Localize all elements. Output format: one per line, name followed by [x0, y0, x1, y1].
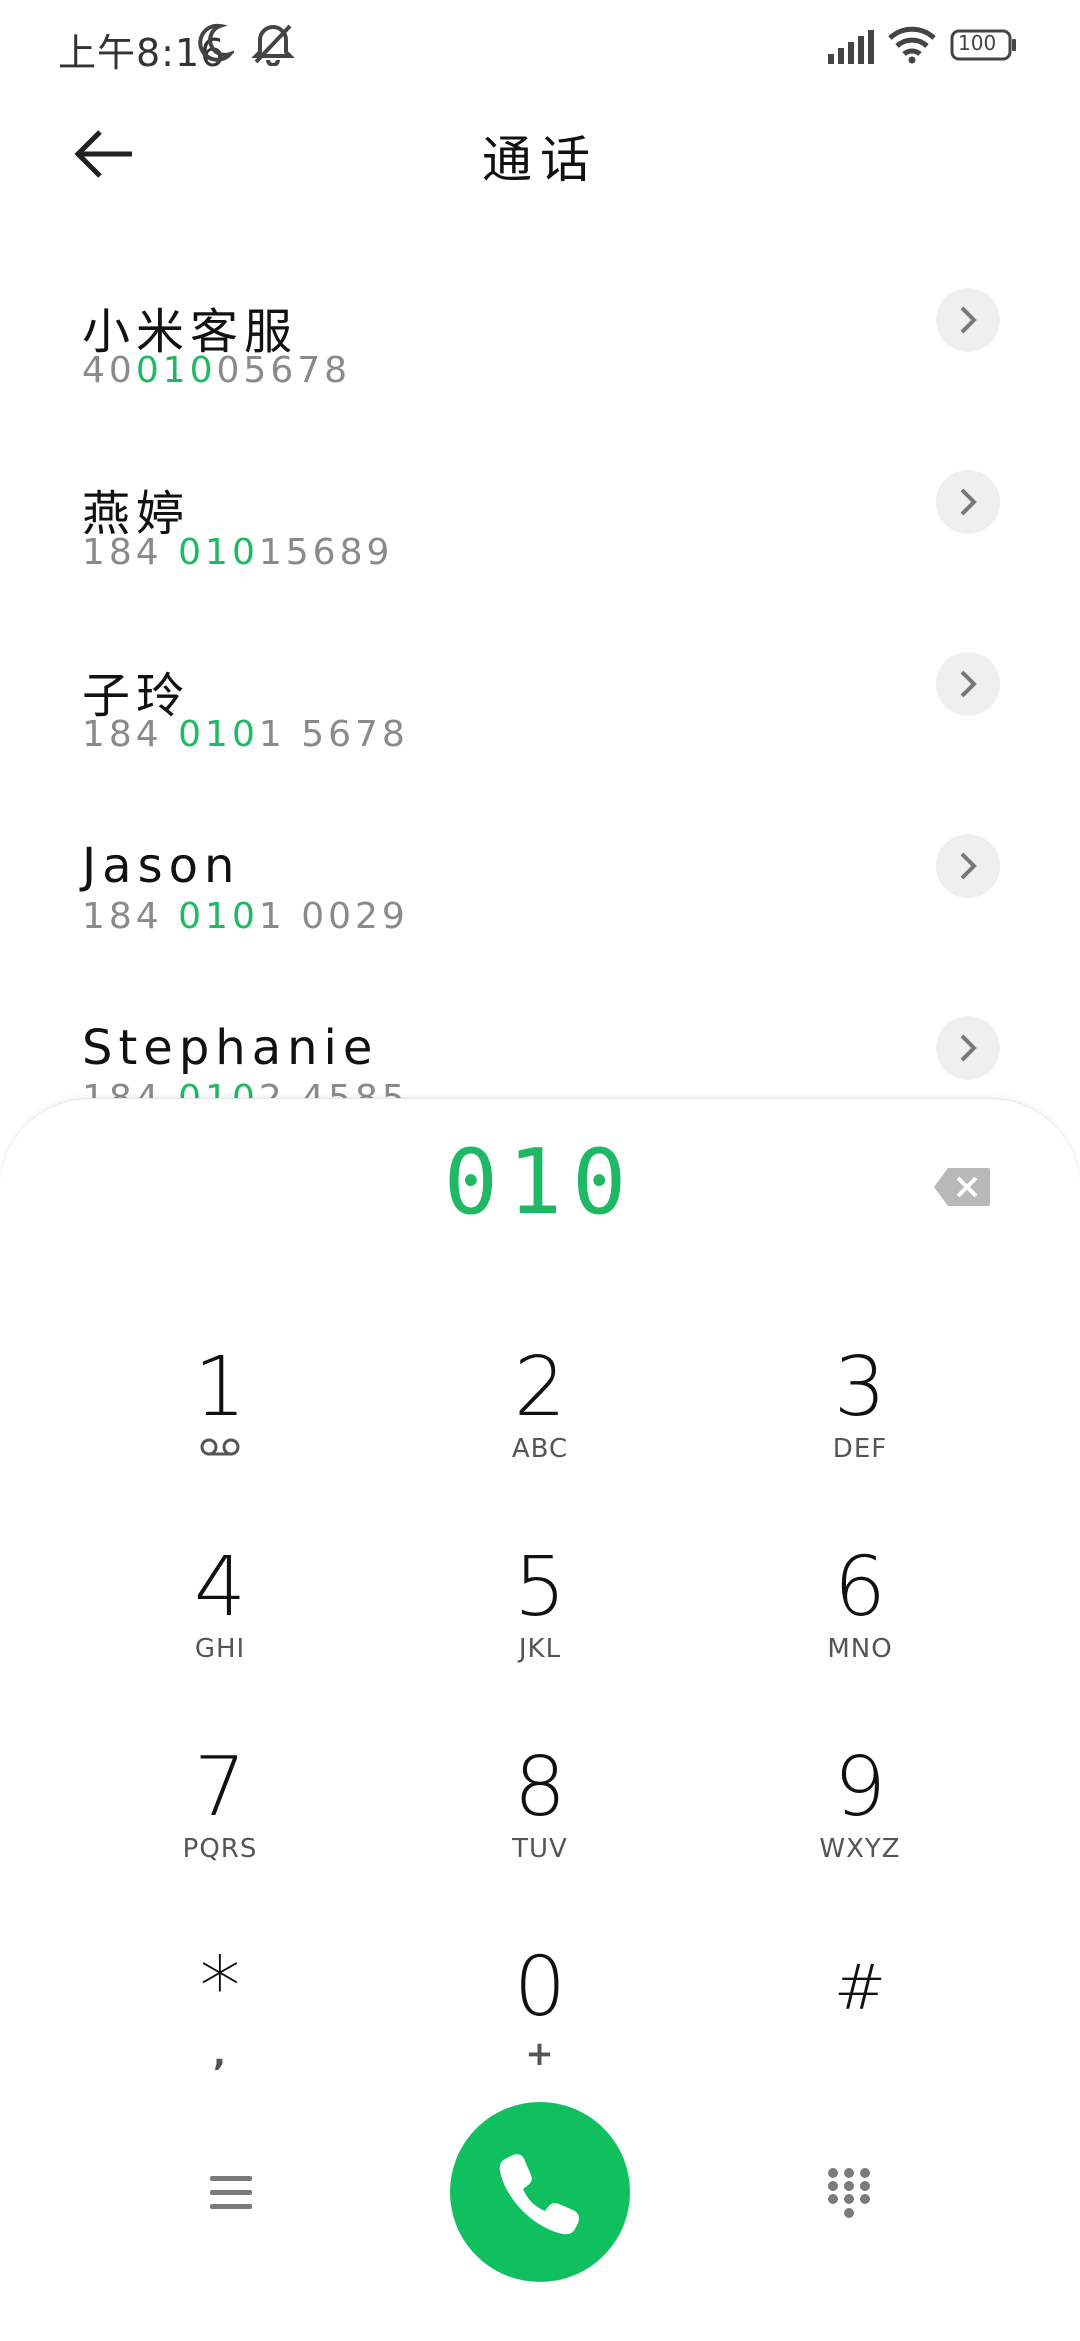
- key-digit: 0: [513, 1940, 567, 2035]
- key-digit: 2: [513, 1340, 567, 1435]
- dialed-number: 010: [443, 1130, 637, 1235]
- key-2[interactable]: 2 ABC: [420, 1338, 660, 1518]
- dialpad-toggle-button[interactable]: [826, 2166, 872, 2222]
- contact-number: 184 0101 5678: [82, 714, 409, 755]
- key-0[interactable]: 0 +: [420, 1938, 660, 2118]
- key-7[interactable]: 7 PQRS: [100, 1738, 340, 1918]
- signal-icon: [826, 28, 876, 68]
- key-letters: JKL: [518, 1634, 562, 1664]
- key-digit: 1: [193, 1340, 247, 1435]
- key-1[interactable]: 1: [100, 1338, 340, 1518]
- contact-number: 4001005678: [82, 350, 352, 391]
- chevron-right-icon: [960, 488, 977, 516]
- contact-number: 184 01015689: [82, 532, 394, 573]
- key-letters: +: [525, 2034, 555, 2074]
- battery-icon: 100: [950, 28, 1018, 66]
- chevron-right-icon: [960, 1034, 977, 1062]
- moon-icon: [196, 22, 237, 68]
- phone-icon: [499, 2154, 579, 2235]
- key-letters: DEF: [832, 1434, 888, 1464]
- contact-item[interactable]: 小米客服 4001005678: [0, 288, 1080, 474]
- contact-detail-button[interactable]: [936, 834, 1000, 898]
- status-bar: 上午8:16 100: [0, 0, 1080, 92]
- key-letters: TUV: [512, 1834, 568, 1864]
- key-6[interactable]: 6 MNO: [740, 1538, 980, 1718]
- key-digit: 5: [513, 1540, 567, 1635]
- menu-button[interactable]: [208, 2170, 254, 2216]
- page-title: 通话: [482, 131, 598, 189]
- call-button[interactable]: [450, 2102, 630, 2282]
- key-digit: 6: [833, 1540, 887, 1635]
- key-letters: MNO: [827, 1634, 893, 1664]
- contact-name: Jason: [82, 838, 241, 894]
- key-letters: WXYZ: [819, 1834, 901, 1864]
- bell-muted-icon: [250, 22, 296, 70]
- chevron-right-icon: [960, 852, 977, 880]
- key-digit: 7: [193, 1740, 247, 1835]
- key-letters: ,: [213, 2034, 227, 2074]
- contact-detail-button[interactable]: [936, 652, 1000, 716]
- key-hash[interactable]: #: [740, 1938, 980, 2118]
- key-letters: GHI: [194, 1634, 246, 1664]
- contact-item[interactable]: 燕婷 184 01015689: [0, 470, 1080, 656]
- voicemail-icon: [100, 1434, 340, 1464]
- key-3[interactable]: 3 DEF: [740, 1338, 980, 1518]
- key-8[interactable]: 8 TUV: [420, 1738, 660, 1918]
- contact-detail-button[interactable]: [936, 1016, 1000, 1080]
- chevron-right-icon: [960, 306, 977, 334]
- wifi-icon: [888, 26, 936, 68]
- contact-item[interactable]: 子玲 184 0101 5678: [0, 652, 1080, 838]
- backspace-button[interactable]: [932, 1166, 992, 1208]
- menu-icon: [210, 2176, 252, 2209]
- key-digit: 9: [833, 1740, 887, 1835]
- chevron-right-icon: [960, 670, 977, 698]
- key-digit: 8: [513, 1740, 567, 1835]
- battery-level: 100: [958, 31, 997, 55]
- key-9[interactable]: 9 WXYZ: [740, 1738, 980, 1918]
- backspace-icon: [934, 1168, 990, 1206]
- key-digit: 4: [193, 1540, 247, 1635]
- contact-detail-button[interactable]: [936, 470, 1000, 534]
- contact-number: 184 0101 0029: [82, 896, 409, 937]
- contact-detail-button[interactable]: [936, 288, 1000, 352]
- key-5[interactable]: 5 JKL: [420, 1538, 660, 1718]
- key-digit: #: [834, 1951, 886, 2024]
- key-digit: *: [199, 1940, 241, 2035]
- key-letters: ABC: [511, 1434, 569, 1464]
- key-digit: 3: [833, 1340, 887, 1435]
- key-letters: PQRS: [182, 1834, 258, 1864]
- dialpad-icon: [828, 2168, 870, 2218]
- contact-item[interactable]: Jason 184 0101 0029: [0, 834, 1080, 1020]
- contact-name: Stephanie: [82, 1020, 379, 1076]
- key-star[interactable]: * ,: [100, 1938, 340, 2118]
- key-4[interactable]: 4 GHI: [100, 1538, 340, 1718]
